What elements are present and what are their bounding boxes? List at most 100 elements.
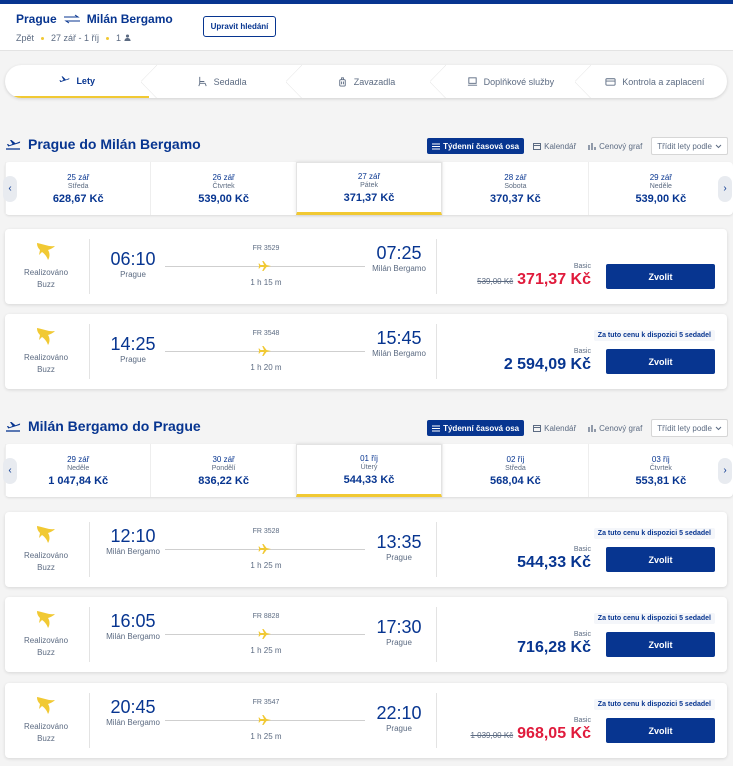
plane-icon <box>258 261 271 271</box>
flight-duration: 1 h 25 m <box>250 732 282 741</box>
next-week-button[interactable]: › <box>718 175 732 202</box>
airline-info: Realizováno Buzz <box>15 326 77 376</box>
date-option[interactable]: 29 zář Neděle 539,00 Kč <box>587 162 733 215</box>
price: 371,37 Kč <box>517 271 591 288</box>
price: 544,33 Kč <box>517 554 591 571</box>
price-graph-button[interactable]: Cenový graf <box>585 420 645 436</box>
plane-icon <box>258 715 271 725</box>
chevron-down-icon <box>715 144 722 148</box>
chevron-left-icon: ‹ <box>8 465 12 476</box>
date-option-selected[interactable]: 01 říj Úterý 544,33 Kč <box>295 444 443 497</box>
step-flights[interactable]: Lety <box>5 65 150 98</box>
sort-dropdown[interactable]: Třídit lety podle <box>651 137 728 155</box>
price-block: 539,00 Kč 371,37 Kč <box>477 271 591 289</box>
airline-info: Realizováno Buzz <box>15 695 77 745</box>
step-label: Doplňkové služby <box>483 76 555 87</box>
weekly-timeline-button[interactable]: Týdenní časová osa <box>427 420 525 436</box>
flight-card[interactable]: Realizováno Buzz 20:45 Milán Bergamo FR 3… <box>5 683 727 758</box>
chevron-down-icon <box>715 426 722 430</box>
outbound-title: Prague do Milán Bergamo <box>5 136 201 152</box>
flight-card[interactable]: Realizováno Buzz 14:25 Prague FR 3548 1 h… <box>5 314 727 389</box>
laptop-icon <box>467 77 477 86</box>
step-label: Zavazadla <box>353 76 396 87</box>
calendar-button[interactable]: Kalendář <box>530 420 579 436</box>
prev-week-button[interactable]: ‹ <box>3 457 17 484</box>
flight-duration: 1 h 20 m <box>250 363 282 372</box>
price: 2 594,09 Kč <box>503 356 591 373</box>
date-option[interactable]: 03 říj Čtvrtek 553,81 Kč <box>587 444 733 497</box>
edit-search-button[interactable]: Upravit hledání <box>203 16 276 37</box>
date-option-selected[interactable]: 27 zář Pátek 371,37 Kč <box>295 162 443 215</box>
step-label: Kontrola a zaplacení <box>622 76 705 87</box>
date-option[interactable]: 26 zář Čtvrtek 539,00 Kč <box>150 162 295 215</box>
date-option[interactable]: 28 zář Sobota 370,37 Kč <box>442 162 587 215</box>
step-luggage[interactable]: Zavazadla <box>285 65 438 98</box>
ryanair-harp-logo-icon <box>37 243 55 260</box>
date-option[interactable]: 02 říj Středa 568,04 Kč <box>442 444 587 497</box>
origin-city: Prague <box>16 12 57 26</box>
flight-card[interactable]: Realizováno Buzz 12:10 Milán Bergamo FR 3… <box>5 512 727 587</box>
flight-number: FR 3528 <box>252 528 280 535</box>
select-flight-button[interactable]: Zvolit <box>606 264 715 289</box>
ryanair-harp-logo-icon <box>37 611 55 628</box>
list-icon <box>432 425 441 431</box>
plane-icon <box>258 346 271 356</box>
calendar-icon <box>533 143 542 150</box>
card-icon <box>605 78 616 86</box>
arrival: 22:10 Prague <box>376 703 422 733</box>
seats-left-badge: Za tuto cenu k dispozici 5 sedadel <box>593 613 715 624</box>
arrival: 15:45 Milán Bergamo <box>372 328 426 358</box>
arrival: 07:25 Milán Bergamo <box>372 243 426 273</box>
plane-icon <box>258 629 271 639</box>
select-flight-button[interactable]: Zvolit <box>606 632 715 657</box>
date-option[interactable]: 30 zář Pondělí 836,22 Kč <box>150 444 295 497</box>
step-seats[interactable]: Sedadla <box>141 65 293 98</box>
seats-left-badge: Za tuto cenu k dispozici 5 sedadel <box>593 330 715 341</box>
flight-duration: 1 h 25 m <box>250 646 282 655</box>
price-block: 1 039,00 Kč 968,05 Kč <box>470 725 591 743</box>
fare-type: Basic <box>573 348 591 355</box>
step-extras[interactable]: Doplňkové služby <box>430 65 582 98</box>
luggage-icon <box>339 77 346 87</box>
departure: 12:10 Milán Bergamo <box>106 526 160 556</box>
bar-chart-icon <box>588 425 596 432</box>
prev-week-button[interactable]: ‹ <box>3 175 17 202</box>
airline-info: Realizováno Buzz <box>15 524 77 574</box>
arrival: 17:30 Prague <box>376 617 422 647</box>
departing-plane-icon <box>6 422 21 432</box>
outbound-date-strip: ‹ 25 zář Středa 628,67 Kč 26 zář Čtvrtek 539… <box>3 162 733 215</box>
select-flight-button[interactable]: Zvolit <box>606 547 715 572</box>
booking-steps: Lety Sedadla Zavazadla Doplňkové služby … <box>5 65 727 98</box>
flight-number: FR 3548 <box>252 330 280 337</box>
flight-card[interactable]: Realizováno Buzz 06:10 Prague FR 3529 1 h… <box>5 229 727 304</box>
date-option[interactable]: 29 zář Neděle 1 047,84 Kč <box>5 444 150 497</box>
seats-left-badge: Za tuto cenu k dispozici 5 sedadel <box>593 528 715 539</box>
person-icon <box>124 34 131 41</box>
price-block: 716,28 Kč <box>517 639 591 657</box>
bar-chart-icon <box>588 143 596 150</box>
select-flight-button[interactable]: Zvolit <box>606 349 715 374</box>
calendar-button[interactable]: Kalendář <box>530 138 579 154</box>
sort-dropdown[interactable]: Třídit lety podle <box>651 419 728 437</box>
fare-type: Basic <box>573 263 591 270</box>
swap-arrows-icon <box>63 14 80 24</box>
ryanair-harp-logo-icon <box>37 526 55 543</box>
date-option[interactable]: 25 zář Středa 628,67 Kč <box>5 162 150 215</box>
separator-dot <box>106 36 110 40</box>
select-flight-button[interactable]: Zvolit <box>606 718 715 743</box>
step-checkout[interactable]: Kontrola a zaplacení <box>574 65 727 98</box>
trip-details: Zpět 27 zář - 1 říj 1 <box>16 33 131 43</box>
flight-card[interactable]: Realizováno Buzz 16:05 Milán Bergamo FR 8… <box>5 597 727 672</box>
fare-type: Basic <box>573 631 591 638</box>
chevron-right-icon: › <box>723 465 727 476</box>
chevron-right-icon: › <box>723 183 727 194</box>
weekly-timeline-button[interactable]: Týdenní časová osa <box>427 138 525 154</box>
inbound-title: Milán Bergamo do Prague <box>5 418 201 434</box>
departure: 20:45 Milán Bergamo <box>106 697 160 727</box>
ryanair-harp-logo-icon <box>37 697 55 714</box>
price-graph-button[interactable]: Cenový graf <box>585 138 645 154</box>
next-week-button[interactable]: › <box>718 457 732 484</box>
ryanair-harp-logo-icon <box>37 328 55 345</box>
departure: 16:05 Milán Bergamo <box>106 611 160 641</box>
route-title: Prague Milán Bergamo <box>16 12 173 26</box>
